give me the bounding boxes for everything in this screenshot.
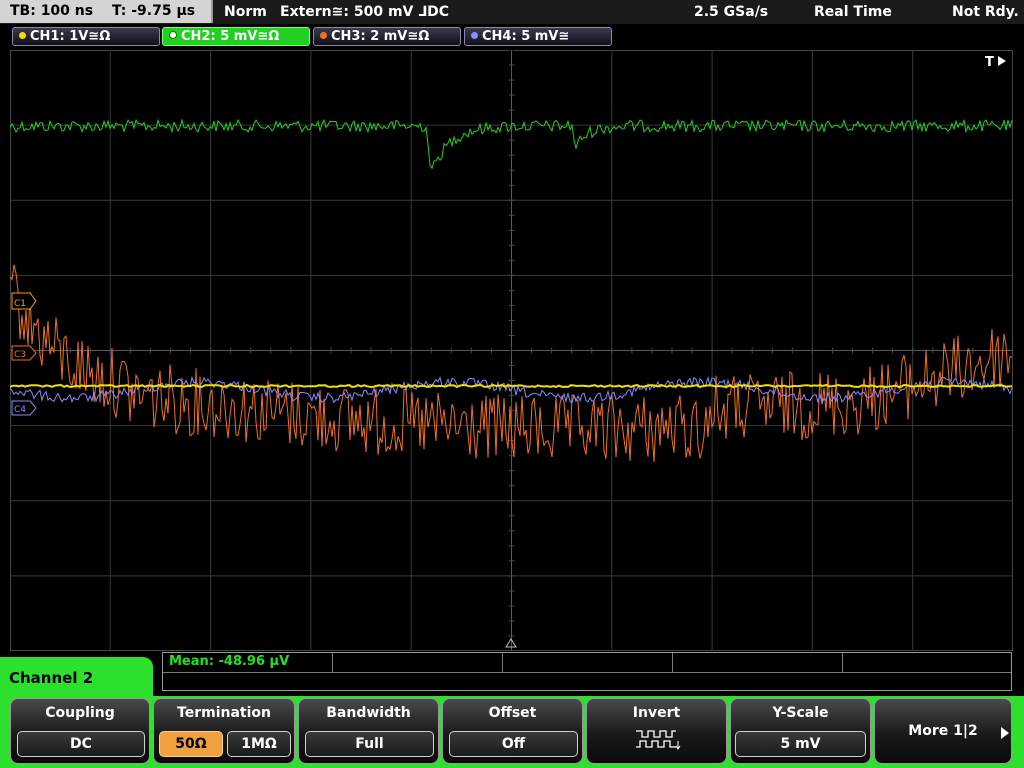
yscale-softkey[interactable]: Y-Scale 5 mV bbox=[730, 698, 871, 764]
measurement-cell-5[interactable] bbox=[843, 653, 1011, 672]
coupling-title: Coupling bbox=[45, 705, 115, 721]
termination-title: Termination bbox=[177, 705, 271, 721]
bandwidth-title: Bandwidth bbox=[326, 705, 411, 721]
acquisition-mode: Real Time bbox=[814, 4, 892, 20]
channel-tab-ch3[interactable]: CH3: 2 mV≅Ω bbox=[313, 27, 461, 46]
ch3-label: CH3: 2 mV≅Ω bbox=[331, 29, 430, 44]
mean-measurement: Mean: -48.96 µV bbox=[169, 654, 290, 669]
status-bar: TB: 100 ns T: -9.75 µs Norm Extern≅: 500… bbox=[0, 0, 1024, 24]
channel-tab-ch2[interactable]: CH2: 5 mV≅Ω bbox=[162, 27, 310, 46]
termination-1mohm-option[interactable]: 1MΩ bbox=[227, 731, 291, 757]
channel-tab-ch1[interactable]: CH1: 1V≅Ω bbox=[12, 27, 160, 46]
waveform-display[interactable]: C1 C3 C4 T bbox=[10, 50, 1013, 651]
ch3-marker-label: C3 bbox=[14, 350, 26, 360]
yscale-title: Y-Scale bbox=[772, 705, 829, 721]
termination-50ohm-option[interactable]: 50Ω bbox=[159, 731, 223, 757]
more-softkey[interactable]: More 1|2 bbox=[874, 698, 1012, 764]
offset-value[interactable]: Off bbox=[449, 731, 578, 757]
timebase-value: TB: 100 ns bbox=[10, 3, 94, 19]
ch1-color-dot bbox=[19, 32, 26, 39]
measurement-cell-4[interactable] bbox=[673, 653, 843, 672]
channel-menu-title: Channel 2 bbox=[0, 657, 153, 699]
sample-rate: 2.5 GSa/s bbox=[694, 4, 769, 20]
softkey-bar: Coupling DC Termination 50Ω 1MΩ Bandwidt… bbox=[0, 696, 1024, 768]
ch1-label: CH1: 1V≅Ω bbox=[30, 29, 111, 44]
measurement-cell-2[interactable] bbox=[333, 653, 503, 672]
measurement-cell-1[interactable]: Mean: -48.96 µV bbox=[163, 653, 333, 672]
trigger-source[interactable]: Extern≅: 500 mV ⅃DC bbox=[280, 0, 449, 24]
measurement-divider bbox=[163, 672, 1011, 673]
ch2-color-dot bbox=[169, 31, 177, 39]
offset-title: Offset bbox=[488, 705, 537, 721]
ch3-offset-marker[interactable]: C3 bbox=[11, 345, 37, 361]
yscale-value[interactable]: 5 mV bbox=[735, 731, 866, 757]
acquisition-state: Not Rdy. bbox=[952, 4, 1019, 20]
ch3-color-dot bbox=[320, 32, 327, 39]
timebase-box[interactable]: TB: 100 ns T: -9.75 µs bbox=[0, 0, 213, 23]
channel-tabs: CH1: 1V≅Ω CH2: 5 mV≅Ω CH3: 2 mV≅Ω CH4: 5… bbox=[0, 24, 1024, 48]
invert-softkey[interactable]: Invert bbox=[586, 698, 727, 764]
offset-softkey[interactable]: Offset Off bbox=[442, 698, 583, 764]
ch4-marker-label: C4 bbox=[14, 405, 26, 415]
measurement-bar[interactable]: Mean: -48.96 µV bbox=[162, 652, 1012, 691]
measurement-cell-3[interactable] bbox=[503, 653, 673, 672]
more-title: More 1|2 bbox=[908, 723, 978, 739]
ch4-color-dot bbox=[471, 32, 478, 39]
termination-softkey[interactable]: Termination 50Ω 1MΩ bbox=[153, 698, 295, 764]
next-page-arrow-icon bbox=[1001, 727, 1009, 739]
ch4-label: CH4: 5 mV≅ bbox=[482, 29, 570, 44]
bandwidth-softkey[interactable]: Bandwidth Full bbox=[298, 698, 439, 764]
ch4-offset-marker[interactable]: C4 bbox=[11, 400, 37, 416]
ch1-offset-marker[interactable]: C1 bbox=[11, 292, 37, 310]
invert-title: Invert bbox=[632, 705, 681, 721]
trigger-time-value: T: -9.75 µs bbox=[111, 3, 196, 19]
ch2-label: CH2: 5 mV≅Ω bbox=[181, 29, 280, 44]
channel-tab-ch4[interactable]: CH4: 5 mV≅ bbox=[464, 27, 612, 46]
bandwidth-value[interactable]: Full bbox=[305, 731, 434, 757]
ch1-marker-label: C1 bbox=[14, 299, 26, 309]
coupling-softkey[interactable]: Coupling DC bbox=[10, 698, 150, 764]
invert-waveform-icon bbox=[636, 730, 681, 750]
trigger-mode[interactable]: Norm bbox=[224, 0, 267, 24]
coupling-value[interactable]: DC bbox=[17, 731, 145, 757]
trigger-marker-label: T bbox=[985, 55, 994, 70]
